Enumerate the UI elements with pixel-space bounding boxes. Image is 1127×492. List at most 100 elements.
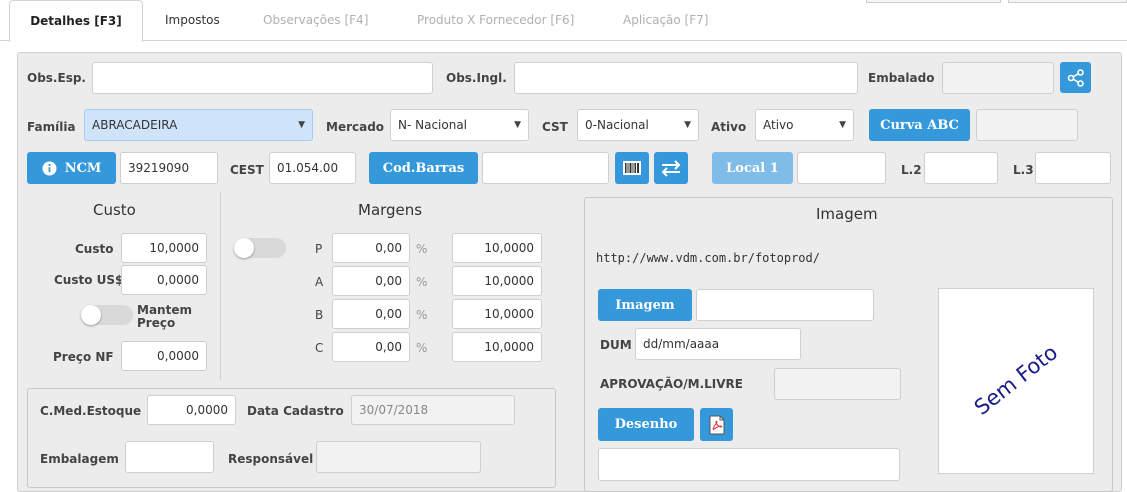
cod-barras-field[interactable] — [482, 152, 609, 184]
margem-a-label: A — [315, 275, 324, 289]
margem-c-value-field[interactable]: 10,0000 — [452, 332, 542, 362]
mercado-select-value: N- Nacional — [398, 118, 468, 132]
ativo-select[interactable]: Ativo ▼ — [755, 109, 854, 141]
cst-label: CST — [542, 120, 568, 134]
margem-p-percent-field[interactable]: 0,00 — [332, 233, 410, 263]
toggle-knob — [81, 305, 101, 325]
cest-field[interactable]: 01.054.00 — [269, 152, 356, 184]
section-divider — [220, 192, 221, 380]
curva-abc-button[interactable]: Curva ABC — [869, 109, 970, 141]
chevron-down-icon: ▼ — [684, 120, 691, 130]
custo-field[interactable]: 10,0000 — [121, 233, 207, 263]
custo-label: Custo — [75, 242, 114, 256]
margem-c-percent-field[interactable]: 0,00 — [332, 332, 410, 362]
cest-label: CEST — [230, 163, 264, 177]
margem-a-value-field[interactable]: 10,0000 — [452, 266, 542, 296]
swap-arrows-icon — [661, 160, 681, 177]
tab-detalhes[interactable]: Detalhes [F3] — [9, 0, 143, 42]
obs-ingl-field[interactable] — [514, 62, 858, 94]
l3-field[interactable] — [1035, 152, 1111, 184]
mantem-preco-label-line1: Mantem — [137, 303, 192, 317]
margem-c-label: C — [315, 341, 324, 355]
custo-title: Custo — [93, 201, 136, 219]
margens-toggle[interactable] — [234, 238, 286, 258]
ativo-label: Ativo — [711, 120, 747, 134]
cmed-estoque-field[interactable]: 0,0000 — [147, 395, 236, 425]
margem-b-percent-field[interactable]: 0,00 — [332, 299, 410, 329]
share-button[interactable] — [1060, 62, 1091, 93]
local1-field[interactable] — [797, 152, 886, 184]
embalado-field[interactable] — [942, 62, 1054, 94]
cod-barras-button[interactable]: Cod.Barras — [369, 152, 478, 184]
obs-esp-field[interactable] — [92, 62, 433, 94]
margem-c-percent-sign: % — [416, 341, 428, 355]
chevron-down-icon: ▼ — [514, 120, 521, 130]
data-cadastro-label: Data Cadastro — [247, 404, 344, 418]
cmed-estoque-label: C.Med.Estoque — [40, 404, 142, 418]
dum-label: DUM — [600, 338, 632, 352]
chevron-down-icon: ▼ — [298, 120, 305, 130]
barcode-button[interactable] — [615, 152, 649, 184]
margem-a-percent-sign: % — [416, 275, 428, 289]
chevron-down-icon: ▼ — [839, 120, 846, 130]
custo-us-field[interactable]: 0,0000 — [121, 265, 207, 295]
obs-ingl-label: Obs.Ingl. — [446, 71, 507, 85]
mercado-select[interactable]: N- Nacional ▼ — [390, 109, 529, 141]
preco-nf-label: Preço NF — [53, 350, 114, 364]
margem-p-value-field[interactable]: 10,0000 — [452, 233, 542, 263]
responsavel-field — [316, 441, 481, 473]
margem-b-value-field[interactable]: 10,0000 — [452, 299, 542, 329]
imagem-field[interactable] — [696, 289, 874, 321]
pdf-button[interactable] — [700, 408, 733, 441]
l2-label: L.2 — [901, 163, 922, 177]
toggle-knob — [234, 238, 254, 258]
desenho-button[interactable]: Desenho — [598, 408, 694, 441]
dum-field[interactable]: dd/mm/aaaa — [635, 328, 801, 360]
image-url-text: http://www.vdm.com.br/fotoprod/ — [596, 251, 820, 265]
responsavel-label: Responsável — [228, 452, 314, 466]
tab-impostos[interactable]: Impostos — [165, 0, 220, 40]
margem-p-label: P — [315, 242, 323, 256]
swap-button[interactable] — [654, 152, 688, 184]
familia-select[interactable]: ABRACADEIRA ▼ — [84, 109, 313, 141]
imagem-title: Imagem — [816, 205, 878, 223]
ncm-label: NCM — [64, 160, 102, 176]
ncm-field[interactable]: 39219090 — [120, 152, 218, 184]
margem-a-percent-field[interactable]: 0,00 — [332, 266, 410, 296]
desenho-field[interactable] — [598, 448, 900, 481]
margem-b-percent-sign: % — [416, 308, 428, 322]
familia-label: Família — [27, 120, 76, 134]
l2-field[interactable] — [924, 152, 998, 184]
margem-p-percent-sign: % — [416, 242, 428, 256]
obs-esp-label: Obs.Esp. — [27, 71, 86, 85]
mercado-label: Mercado — [326, 120, 385, 134]
barcode-icon — [623, 161, 641, 175]
curva-abc-field[interactable] — [976, 109, 1078, 141]
embalado-label: Embalado — [868, 71, 935, 85]
tab-aplicacao[interactable]: Aplicação [F7] — [623, 0, 708, 40]
cst-select[interactable]: 0-Nacional ▼ — [577, 109, 699, 141]
margem-b-label: B — [315, 308, 324, 322]
top-right-button-1[interactable] — [866, 0, 1001, 3]
margens-title: Margens — [358, 201, 423, 219]
l3-label: L.3 — [1013, 163, 1034, 177]
custo-us-label: Custo US$ — [54, 273, 124, 287]
aprovacao-field — [774, 368, 901, 400]
top-right-button-2[interactable] — [1008, 0, 1127, 3]
share-icon — [1067, 68, 1084, 87]
tab-observacoes[interactable]: Observações [F4] — [263, 0, 368, 40]
preco-nf-field[interactable]: 0,0000 — [121, 341, 207, 371]
aprovacao-label: APROVAÇÃO/M.LIVRE — [600, 377, 743, 391]
mantem-preco-label-line2: Preço — [137, 316, 176, 330]
embalagem-label: Embalagem — [40, 452, 119, 466]
tab-produto-fornecedor[interactable]: Produto X Fornecedor [F6] — [417, 0, 574, 40]
cst-select-value: 0-Nacional — [585, 118, 649, 132]
mantem-preco-toggle[interactable] — [81, 305, 133, 325]
local1-button[interactable]: Local 1 — [712, 152, 793, 184]
embalagem-field[interactable] — [125, 441, 214, 473]
info-icon — [42, 161, 57, 175]
tab-strip-divider — [0, 40, 1127, 41]
familia-select-value: ABRACADEIRA — [92, 118, 178, 132]
ncm-button[interactable]: NCM — [27, 152, 116, 184]
imagem-button[interactable]: Imagem — [598, 289, 692, 321]
